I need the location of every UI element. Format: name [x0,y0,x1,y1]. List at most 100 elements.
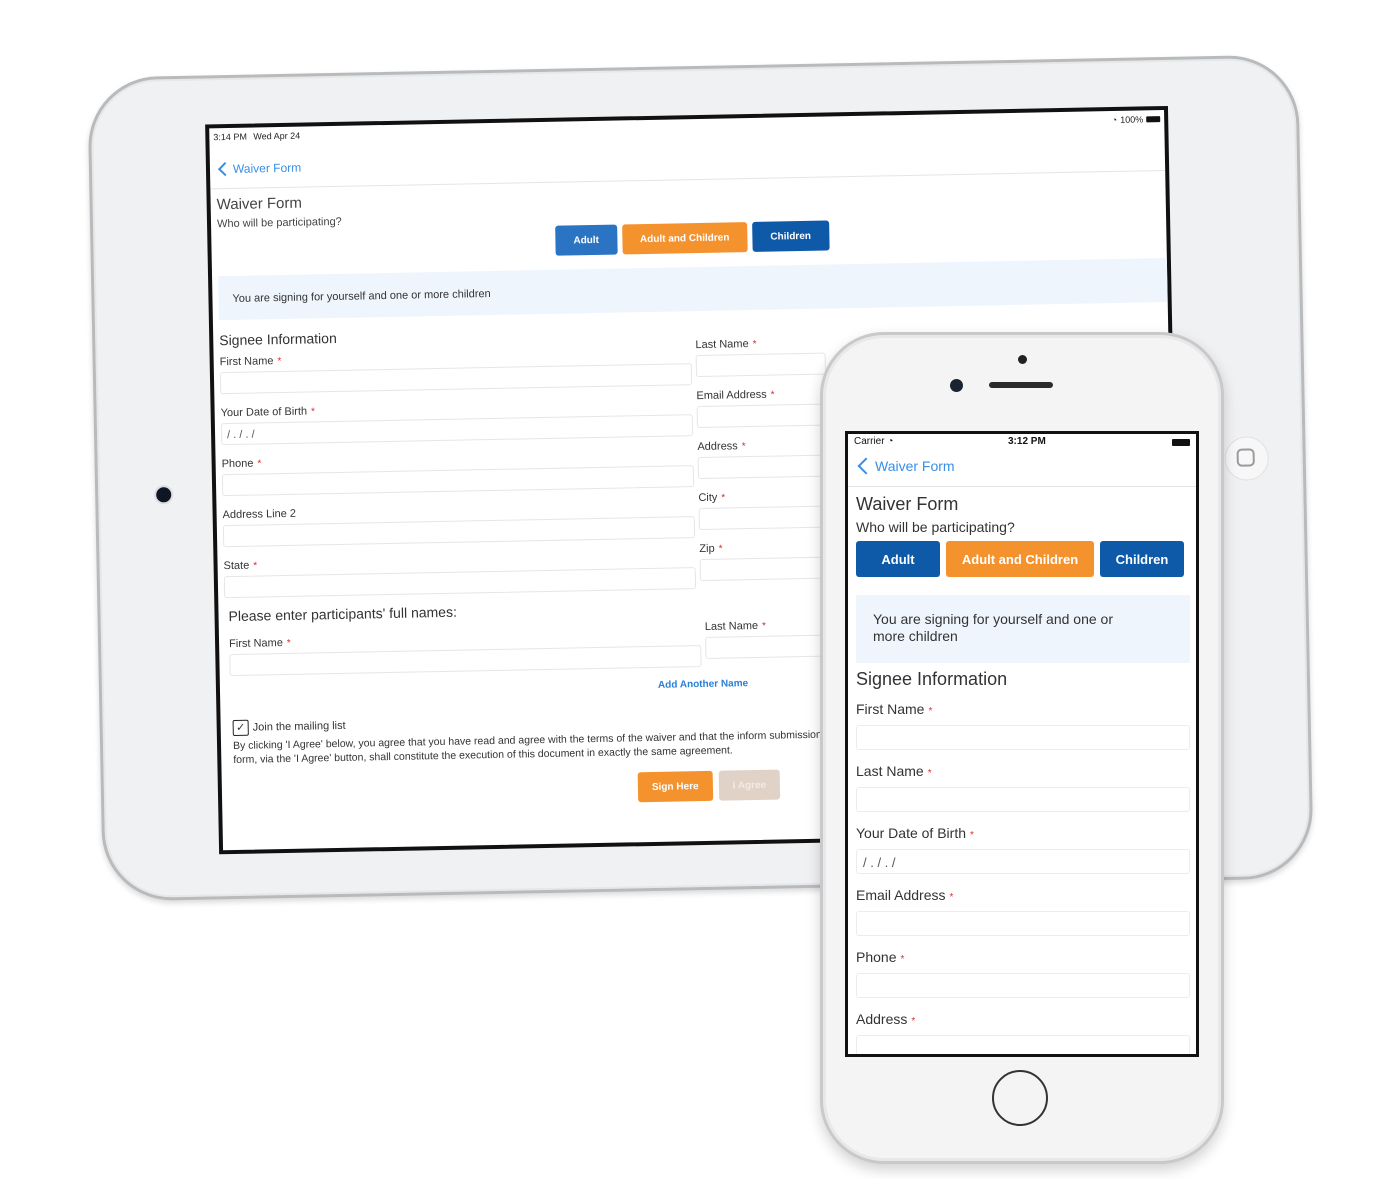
participant-last-name-input[interactable] [705,634,836,659]
children-button[interactable]: Children [1100,541,1184,577]
required-marker: * [927,768,932,779]
last-name-input[interactable] [695,352,827,378]
phone-input[interactable] [856,973,1190,998]
email-input[interactable] [696,403,828,429]
adult-button[interactable]: Adult [856,541,940,577]
first-name-field: First Name * [220,347,693,407]
email-label: Email Address [856,887,946,903]
waiver-form: Waiver Form Who will be participating? A… [856,494,1190,1054]
address-input[interactable] [856,1035,1190,1054]
phone-device: Carrier ◔ 3:12 PM Waiver Form Waiver For… [820,332,1224,1164]
battery-percent: 100% [1120,114,1144,125]
address-line-2-field: Address Line 2 [223,500,696,560]
required-marker: * [911,1016,916,1027]
dob-input[interactable]: / . / . / [856,849,1190,874]
email-field: Email Address * [696,388,828,441]
required-marker: * [949,892,954,903]
required-marker: * [310,406,316,418]
status-date: Wed Apr 24 [253,130,301,142]
back-button[interactable]: Waiver Form [217,160,302,177]
required-marker: * [718,543,723,555]
back-button[interactable]: Waiver Form [857,457,955,475]
last-name-field: Last Name * [695,337,827,390]
signee-section-heading: Signee Information [219,329,337,349]
children-button[interactable]: Children [752,220,830,252]
mailing-list-checkbox[interactable]: ✓ [232,719,249,737]
address-label: Address [697,440,738,454]
email-field: Email Address * [856,887,1190,938]
dob-field: Your Date of Birth * / . / . / [856,825,1190,876]
info-banner: You are signing for yourself and one or … [218,258,1168,321]
tablet-home-button[interactable] [1224,436,1270,481]
dob-label: Your Date of Birth [856,825,966,841]
checkmark-icon: ✓ [235,721,246,734]
last-name-label: Last Name [695,338,749,352]
adult-button[interactable]: Adult [555,224,618,256]
sign-here-button[interactable]: Sign Here [637,770,713,803]
adult-and-children-button[interactable]: Adult and Children [946,541,1094,577]
participation-question: Who will be participating? [216,215,342,231]
participant-last-name-field: Last Name * [705,618,836,671]
battery-icon [1146,116,1161,123]
required-marker: * [286,637,291,649]
city-field: City * [698,490,829,543]
navigation-bar: Waiver Form [848,450,1196,487]
participants-heading: Please enter participants' full names: [228,603,458,625]
required-marker: * [928,706,933,717]
city-label: City [698,491,718,505]
phone-field: Phone * [856,949,1190,1000]
address-label: Address [856,1011,908,1027]
required-marker: * [770,389,775,401]
address-field: Address * [856,1011,1190,1054]
phone-home-button[interactable] [992,1070,1048,1126]
phone-label: Phone [221,457,254,471]
zip-field: Zip * [699,541,830,594]
required-marker: * [721,492,726,504]
state-label: State [223,559,250,573]
required-marker: * [253,560,258,572]
signature-actions: Sign Here I Agree [637,769,781,803]
participant-first-name-label: First Name [228,637,283,651]
signee-left-column: First Name * Your Date of Birth * / . / . … [220,347,697,611]
mailing-list-label: Join the mailing list [252,719,346,734]
status-time: 3:12 PM [1008,436,1046,447]
mailing-list-option[interactable]: ✓ Join the mailing list [232,718,346,737]
city-input[interactable] [698,505,829,531]
last-name-label: Last Name [856,763,924,779]
first-name-label: First Name [219,355,274,369]
last-name-input[interactable] [856,787,1190,812]
page-title: Waiver Form [856,494,959,514]
dob-field: Your Date of Birth * / . / . / [221,398,694,458]
required-marker: * [741,441,746,453]
chevron-left-icon [217,162,233,177]
i-agree-button[interactable]: I Agree [718,769,781,801]
phone-field: Phone * [222,449,695,509]
signee-section-heading: Signee Information [856,669,1008,689]
address-line-2-label: Address Line 2 [222,507,297,522]
tablet-camera [156,487,172,503]
first-name-field: First Name * [856,701,1190,752]
home-square-icon [1236,448,1255,467]
zip-input[interactable] [699,556,830,582]
info-message: You are signing for yourself and one or … [873,611,1113,644]
adult-and-children-button[interactable]: Adult and Children [621,222,748,255]
dob-label: Your Date of Birth [220,405,308,420]
phone-front-camera [950,379,963,392]
page-title: Waiver Form [216,194,303,214]
state-field: State * [223,551,697,611]
required-marker: * [277,356,282,368]
carrier-label: Carrier [854,436,885,447]
participant-type-selector: Adult Adult and Children Children [555,220,830,256]
address-input[interactable] [697,454,828,480]
participation-question: Who will be participating? [856,519,1015,535]
chevron-left-icon [857,457,875,475]
back-label: Waiver Form [232,160,302,176]
first-name-input[interactable] [856,725,1190,750]
battery-icon [1172,439,1190,446]
email-input[interactable] [856,911,1190,936]
last-name-field: Last Name * [856,763,1190,814]
participant-first-name-field: First Name * [229,629,702,689]
required-marker: * [761,620,767,632]
phone-earpiece [989,382,1053,388]
add-another-name-link[interactable]: Add Another Name [658,678,748,691]
